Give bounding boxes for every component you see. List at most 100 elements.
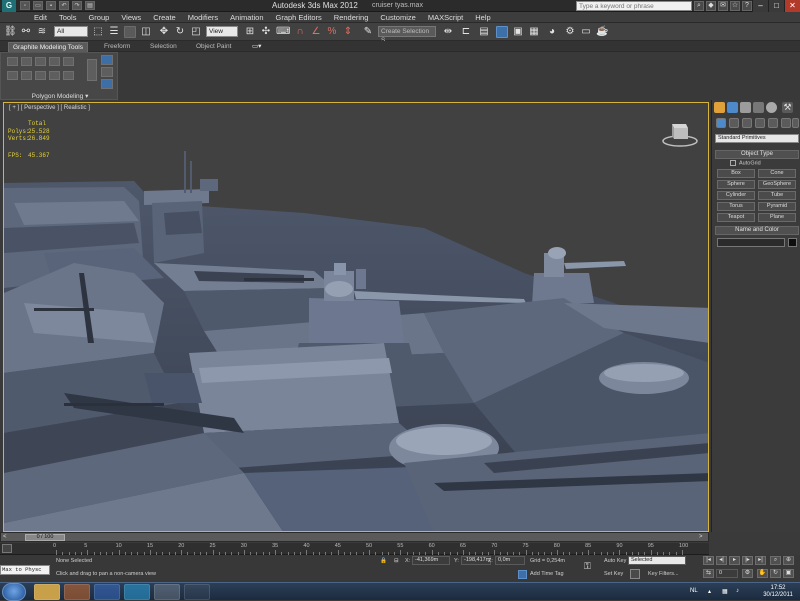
- project-folder-icon[interactable]: ▤: [85, 1, 95, 10]
- key-mode-dropdown[interactable]: Selected: [628, 556, 686, 565]
- select-object-icon[interactable]: ⬚: [92, 26, 104, 38]
- zoom-all-icon[interactable]: ⊕: [783, 556, 794, 565]
- new-file-icon[interactable]: ▫: [20, 1, 30, 10]
- auto-key-button[interactable]: Auto Key: [604, 558, 626, 564]
- material-editor-icon[interactable]: ◕: [546, 26, 558, 38]
- ribbon-constraints-icon[interactable]: [101, 79, 113, 89]
- next-frame-icon[interactable]: |▸: [742, 556, 753, 565]
- go-to-end-icon[interactable]: ▸|: [755, 556, 766, 565]
- unlink-icon[interactable]: ⚯: [20, 26, 32, 38]
- zoom-icon[interactable]: ⌕: [770, 556, 781, 565]
- snaps-toggle-icon[interactable]: ∩: [294, 26, 306, 38]
- menu-group[interactable]: Group: [82, 12, 115, 22]
- viewcube-icon[interactable]: [660, 119, 700, 149]
- browser-taskbar-icon[interactable]: [184, 584, 210, 600]
- key-mode-toggle-icon[interactable]: ⇆: [703, 569, 714, 578]
- selection-region-icon[interactable]: [124, 26, 136, 38]
- ribbon-options-icon[interactable]: ▭▾: [248, 42, 265, 52]
- internet-explorer-taskbar-icon[interactable]: [94, 584, 120, 600]
- menu-animation[interactable]: Animation: [224, 12, 269, 22]
- ribbon-toggle-modifier-icon[interactable]: [63, 71, 74, 80]
- ribbon-collapse-stack-icon[interactable]: [49, 71, 60, 80]
- menu-customize[interactable]: Customize: [374, 12, 421, 22]
- mirror-icon[interactable]: ⇹: [442, 26, 454, 38]
- link-icon[interactable]: ⛓: [4, 26, 17, 38]
- sphere-button[interactable]: Sphere: [717, 180, 755, 189]
- cameras-icon[interactable]: [755, 118, 765, 128]
- window-crossing-icon[interactable]: ◫: [140, 26, 152, 38]
- menu-tools[interactable]: Tools: [53, 12, 83, 22]
- angle-snap-icon[interactable]: ∠: [310, 26, 322, 38]
- redo-icon[interactable]: ↷: [72, 1, 82, 10]
- utilities-tab-icon[interactable]: ⚒: [782, 102, 793, 113]
- tube-button[interactable]: Tube: [758, 191, 796, 200]
- orbit-icon[interactable]: ↻: [770, 569, 781, 578]
- geosphere-button[interactable]: GeoSphere: [758, 180, 796, 189]
- motion-tab-icon[interactable]: [753, 102, 764, 113]
- set-key-icon[interactable]: ⚿: [584, 561, 591, 572]
- teapot-button[interactable]: Teapot: [717, 213, 755, 222]
- display-tab-icon[interactable]: [766, 102, 777, 113]
- systems-icon[interactable]: [792, 118, 799, 128]
- ribbon-panel-label[interactable]: Polygon Modeling ▾: [3, 92, 117, 101]
- menu-edit[interactable]: Edit: [28, 12, 53, 22]
- subscription-icon[interactable]: ◆: [706, 1, 716, 11]
- align-icon[interactable]: ⊏: [460, 26, 472, 38]
- keyboard-shortcut-icon[interactable]: ⌨: [276, 26, 290, 38]
- object-name-field[interactable]: [717, 238, 785, 247]
- box-button[interactable]: Box: [717, 169, 755, 178]
- ribbon-use-nurms-icon[interactable]: [101, 55, 113, 65]
- named-selection-set-dropdown[interactable]: Create Selection S: [378, 26, 436, 44]
- autogrid-checkbox-box[interactable]: [730, 160, 736, 166]
- menu-graph-editors[interactable]: Graph Editors: [270, 12, 328, 22]
- viewport-label[interactable]: [ + ] [ Perspective ] [ Realistic ]: [9, 105, 90, 111]
- menu-help[interactable]: Help: [469, 12, 496, 22]
- help-icon[interactable]: ?: [742, 1, 752, 11]
- menu-rendering[interactable]: Rendering: [328, 12, 375, 22]
- tab-graphite-modeling-tools[interactable]: Graphite Modeling Tools: [8, 42, 88, 52]
- time-slider-track[interactable]: < 0 / 100 >: [0, 532, 709, 542]
- z-coordinate-field[interactable]: 0,0m: [495, 556, 525, 565]
- absolute-mode-icon[interactable]: ⊟: [394, 558, 399, 564]
- minimize-icon[interactable]: –: [752, 0, 768, 12]
- ribbon-repeat-last-icon[interactable]: [101, 67, 113, 77]
- pivot-center-icon[interactable]: ⊞: [244, 26, 256, 38]
- previous-frame-icon[interactable]: ◂|: [716, 556, 727, 565]
- modify-tab-icon[interactable]: [727, 102, 738, 113]
- search-input[interactable]: [576, 1, 692, 11]
- helpers-icon[interactable]: [768, 118, 778, 128]
- search-icon[interactable]: ⌕: [694, 1, 704, 11]
- network-icon[interactable]: ▦: [722, 588, 728, 595]
- go-to-start-icon[interactable]: |◂: [703, 556, 714, 565]
- maxscript-listener-field[interactable]: Max to Physc: [0, 565, 50, 575]
- menu-modifiers[interactable]: Modifiers: [182, 12, 224, 22]
- menu-views[interactable]: Views: [115, 12, 147, 22]
- object-type-rollout[interactable]: Object Type: [715, 150, 799, 159]
- select-manipulate-icon[interactable]: ✣: [260, 26, 272, 38]
- space-warps-icon[interactable]: [781, 118, 791, 128]
- time-tag-icon[interactable]: [518, 570, 527, 579]
- menu-maxscript[interactable]: MAXScript: [422, 12, 469, 22]
- render-setup-icon[interactable]: ⚙: [564, 26, 576, 38]
- autogrid-checkbox[interactable]: AutoGrid: [730, 160, 761, 166]
- scale-icon[interactable]: ◰: [190, 26, 202, 38]
- x-coordinate-field[interactable]: -41,369m: [412, 556, 450, 565]
- add-time-tag-button[interactable]: Add Time Tag: [530, 571, 564, 577]
- ribbon-polygon-icon[interactable]: [21, 71, 32, 80]
- time-configuration-icon[interactable]: ⚙: [742, 569, 753, 578]
- cone-button[interactable]: Cone: [758, 169, 796, 178]
- tab-selection[interactable]: Selection: [146, 42, 181, 52]
- favorites-icon[interactable]: ☆: [730, 1, 740, 11]
- set-key-button[interactable]: Set Key: [604, 571, 623, 577]
- spinner-snap-icon[interactable]: ⇕: [342, 26, 354, 38]
- skype-taskbar-icon[interactable]: [124, 584, 150, 600]
- curve-editor-icon[interactable]: ▣: [512, 26, 524, 38]
- ribbon-element-icon[interactable]: [35, 71, 46, 80]
- time-slider-prev-icon[interactable]: <: [3, 534, 11, 541]
- undo-icon[interactable]: ↶: [59, 1, 69, 10]
- menu-create[interactable]: Create: [147, 12, 182, 22]
- system-clock[interactable]: 17:52 30/12/2011: [758, 585, 798, 599]
- maximize-icon[interactable]: □: [768, 0, 784, 12]
- rendered-frame-window-icon[interactable]: ▭: [580, 26, 592, 38]
- ribbon-edge-icon[interactable]: [63, 57, 74, 66]
